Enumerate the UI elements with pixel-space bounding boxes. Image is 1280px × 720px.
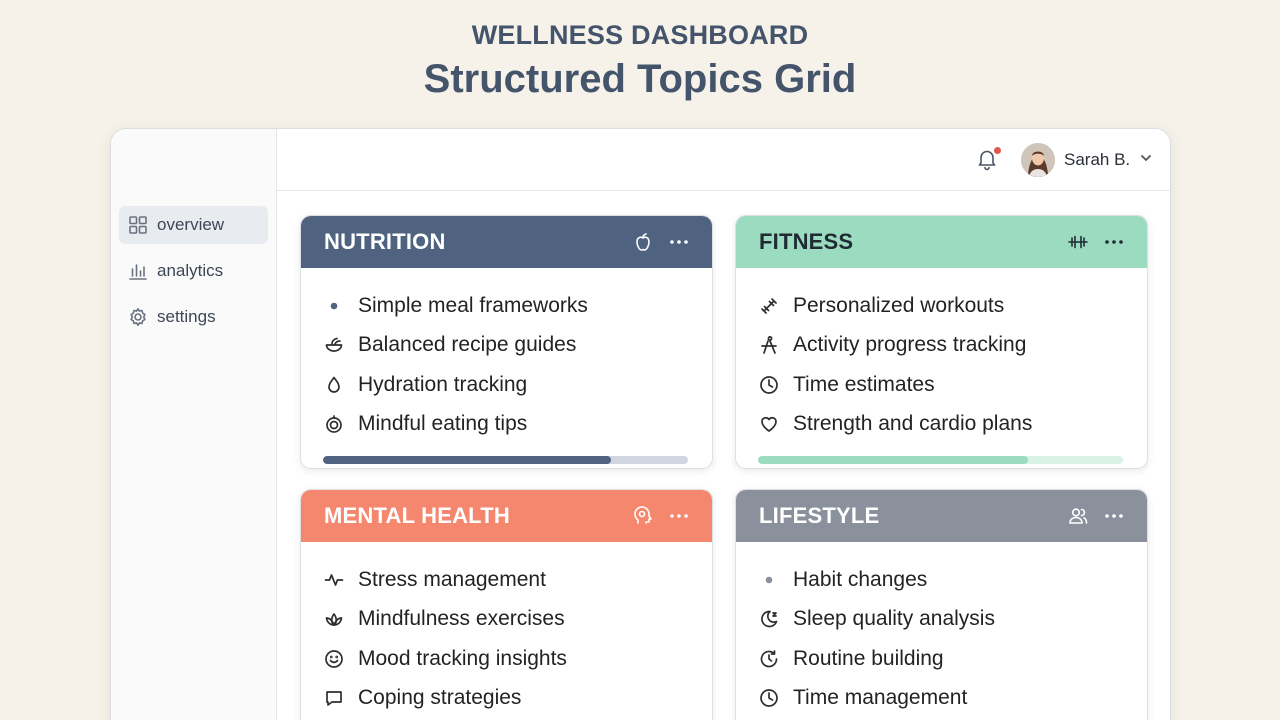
card-title: MENTAL HEALTH xyxy=(324,503,510,528)
avatar xyxy=(1021,143,1055,177)
sidebar-item-overview[interactable]: overview xyxy=(119,206,268,244)
list-item[interactable]: Time estimates xyxy=(758,365,1123,405)
list-item[interactable]: Balanced recipe guides xyxy=(323,326,688,366)
card-header: NUTRITION xyxy=(301,216,712,268)
refresh-clock-icon xyxy=(758,648,780,670)
list-item[interactable]: Sleep quality analysis xyxy=(758,600,1123,640)
list-item-label: Sleep quality analysis xyxy=(793,607,995,631)
list-item[interactable]: Personalized workouts xyxy=(758,286,1123,326)
list-item-label: Balanced recipe guides xyxy=(358,333,577,357)
dumbbell-icon[interactable] xyxy=(1067,231,1089,253)
list-item-label: Simple meal frameworks xyxy=(358,293,588,317)
list-item[interactable]: Habit changes xyxy=(758,560,1123,600)
list-item-label: Stress management xyxy=(358,567,546,591)
more-options-button[interactable] xyxy=(1103,231,1125,253)
chevron-down-icon xyxy=(1139,151,1153,170)
list-item-label: Hydration tracking xyxy=(358,372,528,396)
progress-fill xyxy=(323,456,612,464)
bullet-icon xyxy=(323,295,345,317)
card-title: FITNESS xyxy=(759,229,854,254)
page-header: WELLNESS DASHBOARD Structured Topics Gri… xyxy=(0,18,1280,104)
list-item[interactable]: Mood tracking insights xyxy=(323,639,688,679)
page-eyebrow: WELLNESS DASHBOARD xyxy=(471,20,809,50)
smile-icon xyxy=(323,648,345,670)
list-item[interactable]: Coping strategies xyxy=(323,679,688,719)
user-menu[interactable]: Sarah B. xyxy=(1021,142,1153,178)
dumbbell-icon xyxy=(758,295,780,317)
progress-bar xyxy=(758,456,1123,464)
clock-icon xyxy=(758,374,780,396)
gear-icon xyxy=(130,308,146,326)
sidebar-item-settings[interactable]: settings xyxy=(119,298,268,336)
list-item-label: Time estimates xyxy=(793,372,935,396)
card-fitness: FITNESS Personalized workouts Activity p… xyxy=(735,215,1148,469)
page-title: Structured Topics Grid xyxy=(423,57,857,101)
list-item-label: Routine building xyxy=(793,646,944,670)
top-bar: Sarah B. xyxy=(277,129,1170,191)
bowl-icon xyxy=(323,334,345,356)
list-item-label: Mood tracking insights xyxy=(358,646,567,670)
sidebar-item-label: analytics xyxy=(157,261,224,280)
card-nutrition: NUTRITION Simple meal frameworks Balance… xyxy=(300,215,713,469)
list-item-label: Activity progress tracking xyxy=(793,333,1027,357)
list-item-label: Strength and cardio plans xyxy=(793,412,1033,436)
activity-icon xyxy=(758,334,780,356)
apple-icon[interactable] xyxy=(632,231,654,253)
list-item[interactable]: Activity progress tracking xyxy=(758,326,1123,366)
chat-icon xyxy=(323,687,345,709)
card-header: MENTAL HEALTH xyxy=(301,490,712,542)
user-name: Sarah B. xyxy=(1064,150,1131,169)
list-item[interactable]: Mindful eating tips xyxy=(323,405,688,445)
more-options-button[interactable] xyxy=(1103,505,1125,527)
bar-chart-icon xyxy=(129,264,147,280)
list-item-label: Habit changes xyxy=(793,567,928,591)
list-item-label: Time management xyxy=(793,686,968,710)
list-item[interactable]: Time management xyxy=(758,679,1123,719)
card-title: LIFESTYLE xyxy=(759,503,880,528)
card-list: Personalized workouts Activity progress … xyxy=(736,268,1147,464)
list-item[interactable]: Simple meal frameworks xyxy=(323,286,688,326)
list-item-label: Mindfulness exercises xyxy=(358,607,565,631)
moon-icon xyxy=(758,608,780,630)
list-item[interactable]: Hydration tracking xyxy=(323,365,688,405)
grid-icon xyxy=(129,216,147,234)
clock-icon xyxy=(758,687,780,709)
list-item[interactable]: Mindfulness exercises xyxy=(323,600,688,640)
card-mental-health: MENTAL HEALTH Stress management Mindfuln… xyxy=(300,489,713,720)
more-options-button[interactable] xyxy=(668,231,690,253)
progress-bar xyxy=(323,456,688,464)
lotus-icon xyxy=(323,608,345,630)
list-item[interactable]: Stress management xyxy=(323,560,688,600)
notifications-button[interactable] xyxy=(975,147,1001,173)
more-options-button[interactable] xyxy=(668,505,690,527)
sidebar: overview analytics settings xyxy=(111,129,277,720)
progress-fill xyxy=(758,456,1029,464)
card-header: FITNESS xyxy=(736,216,1147,268)
card-list: Habit changes Sleep quality analysis Rou… xyxy=(736,542,1147,720)
plate-icon xyxy=(323,413,345,435)
bullet-icon xyxy=(758,569,780,591)
notification-dot xyxy=(994,147,1001,154)
card-lifestyle: LIFESTYLE Habit changes Sleep quality an… xyxy=(735,489,1148,720)
card-title: NUTRITION xyxy=(324,229,446,254)
droplet-icon xyxy=(323,374,345,396)
sidebar-item-analytics[interactable]: analytics xyxy=(119,252,268,290)
brain-icon[interactable] xyxy=(632,505,654,527)
card-header: LIFESTYLE xyxy=(736,490,1147,542)
sidebar-item-label: settings xyxy=(157,307,216,326)
heart-icon xyxy=(758,413,780,435)
sidebar-item-label: overview xyxy=(157,215,225,234)
list-item[interactable]: Routine building xyxy=(758,639,1123,679)
card-list: Stress management Mindfulness exercises … xyxy=(301,542,712,720)
app-window: overview analytics settings Sarah B. NUT… xyxy=(110,128,1171,720)
pulse-icon xyxy=(323,569,345,591)
list-item[interactable]: Strength and cardio plans xyxy=(758,405,1123,445)
list-item-label: Personalized workouts xyxy=(793,293,1005,317)
list-item-label: Mindful eating tips xyxy=(358,412,528,436)
list-item-label: Coping strategies xyxy=(358,686,522,710)
users-icon[interactable] xyxy=(1067,505,1089,527)
card-list: Simple meal frameworks Balanced recipe g… xyxy=(301,268,712,464)
